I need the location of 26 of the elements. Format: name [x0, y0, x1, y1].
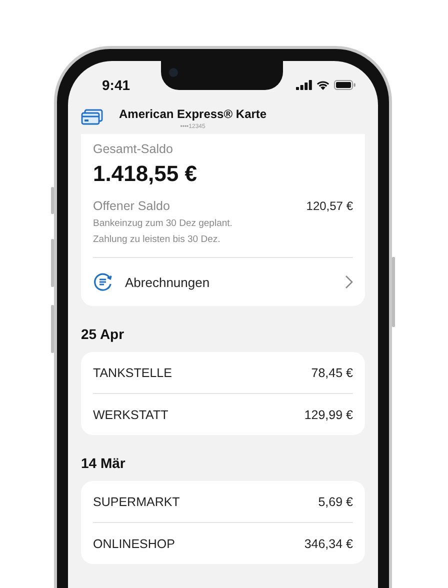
transaction-amount: 5,69 € [318, 494, 353, 508]
merchant-name[interactable]: ONLINESHOP [93, 536, 175, 550]
balance-amount: 1.418,55 € [93, 161, 198, 187]
balance-label: Gesamt-Saldo [93, 142, 174, 156]
camera-icon [169, 68, 178, 77]
transaction-amount: 78,45 € [311, 366, 353, 380]
wifi-icon [316, 80, 330, 90]
statements-link[interactable]: Abrechnungen [93, 258, 353, 306]
date-heading: 14 Mär [81, 455, 126, 471]
merchant-name[interactable]: TANKSTELLE [93, 366, 172, 380]
status-time: 9:41 [102, 77, 130, 93]
payment-note: Bankeinzug zum 30 Dez geplant. [93, 218, 234, 229]
date-heading: 25 Apr [81, 326, 126, 342]
credit-card-icon [81, 108, 103, 124]
merchant-name[interactable]: WERKSTATT [93, 408, 168, 422]
battery-icon [334, 80, 356, 90]
transaction-amount: 346,34 € [304, 536, 353, 550]
open-balance-label: Offener Saldo [93, 199, 170, 213]
signal-icon [296, 80, 312, 90]
chevron-right-icon [345, 275, 353, 289]
card-title: American Express® Karte [119, 107, 267, 121]
statement-list-icon [93, 272, 113, 292]
payment-note: Zahlung zu leisten bis 30 Dez. [93, 234, 222, 245]
merchant-name[interactable]: SUPERMARKT [93, 494, 180, 508]
transaction-amount: 129,99 € [304, 408, 353, 422]
open-balance-amount: 120,57 € [306, 199, 353, 213]
